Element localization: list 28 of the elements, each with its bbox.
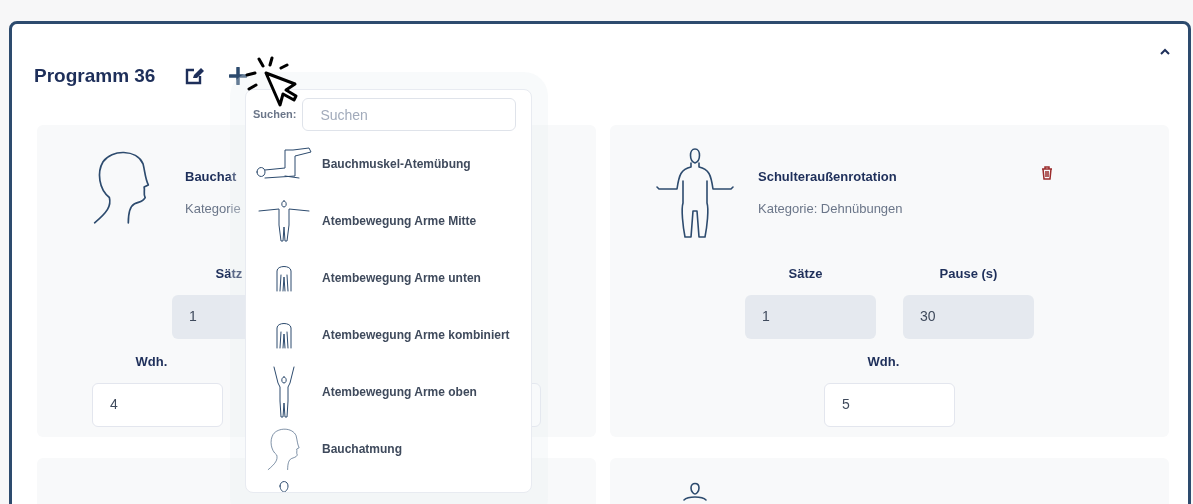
plus-icon[interactable] bbox=[229, 67, 248, 86]
edit-icon[interactable] bbox=[185, 67, 206, 86]
field-label: Wdh. bbox=[867, 352, 901, 371]
search-field[interactable]: Suchen bbox=[302, 98, 517, 131]
seated-person-icon bbox=[655, 146, 735, 241]
exercise-option[interactable]: Bauchmuskel-Atemübung bbox=[246, 135, 531, 192]
field-label: Wdh. bbox=[135, 352, 169, 371]
number-field[interactable]: 4 bbox=[92, 382, 223, 427]
exercise-name: Schulteraußenrotation bbox=[758, 167, 898, 186]
number-field[interactable]: 30 bbox=[903, 294, 1034, 339]
standing-person-icon bbox=[257, 198, 311, 243]
number-field[interactable]: 1 bbox=[745, 294, 876, 339]
program-title: Programm 36 bbox=[34, 64, 156, 88]
exercise-name: Bauchat bbox=[185, 167, 238, 186]
exercise-category: Kategorie bbox=[185, 200, 242, 218]
exercise-category: Kategorie: Dehnübungen bbox=[758, 200, 904, 218]
exercise-option[interactable]: Bauchatmung bbox=[246, 420, 531, 477]
chevron-up-icon[interactable] bbox=[1160, 48, 1170, 55]
arms-raised-person-icon bbox=[272, 364, 296, 419]
number-field[interactable]: 5 bbox=[824, 382, 955, 427]
lying-person-icon bbox=[255, 145, 313, 182]
field-label: Sätz bbox=[215, 264, 244, 283]
field-label: Pause (s) bbox=[939, 264, 998, 283]
exercise-option[interactable]: Atembewegung Arme oben bbox=[246, 363, 531, 420]
exercise-option[interactable]: Atembewegung Arme Mitte bbox=[246, 192, 531, 249]
search-label: Suchen: bbox=[253, 107, 297, 123]
field-label: Sätze bbox=[788, 264, 824, 283]
trash-icon[interactable] bbox=[1041, 165, 1053, 180]
